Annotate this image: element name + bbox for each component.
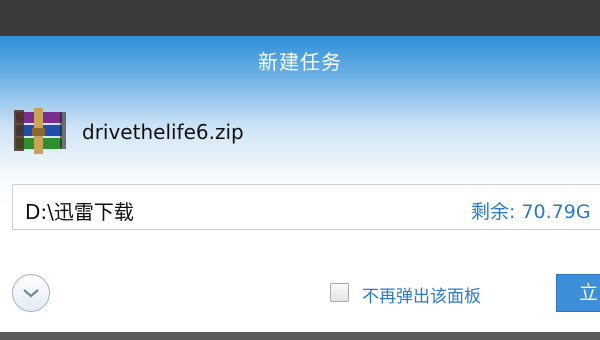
winrar-archive-icon xyxy=(14,108,66,154)
dialog-title: 新建任务 xyxy=(258,50,342,74)
file-info: drivethelife6.zip xyxy=(12,108,244,156)
free-space-label: 剩余: 70.79G xyxy=(471,201,591,223)
chevron-down-icon xyxy=(23,289,39,298)
save-path-field[interactable]: D:\迅雷下载 剩余: 70.79G xyxy=(12,184,600,230)
save-path-value: D:\迅雷下载 xyxy=(25,200,134,224)
file-name: drivethelife6.zip xyxy=(82,120,244,144)
new-task-dialog: 新建任务 drivethelife6.zip D:\迅雷下载 剩余: 70.79… xyxy=(0,36,600,332)
expand-options-button[interactable] xyxy=(12,274,50,312)
dont-show-again-checkbox[interactable] xyxy=(330,283,349,302)
start-download-button[interactable]: 立 xyxy=(556,274,600,312)
bottom-border xyxy=(0,332,600,340)
dont-show-again-label[interactable]: 不再弹出该面板 xyxy=(362,282,481,307)
